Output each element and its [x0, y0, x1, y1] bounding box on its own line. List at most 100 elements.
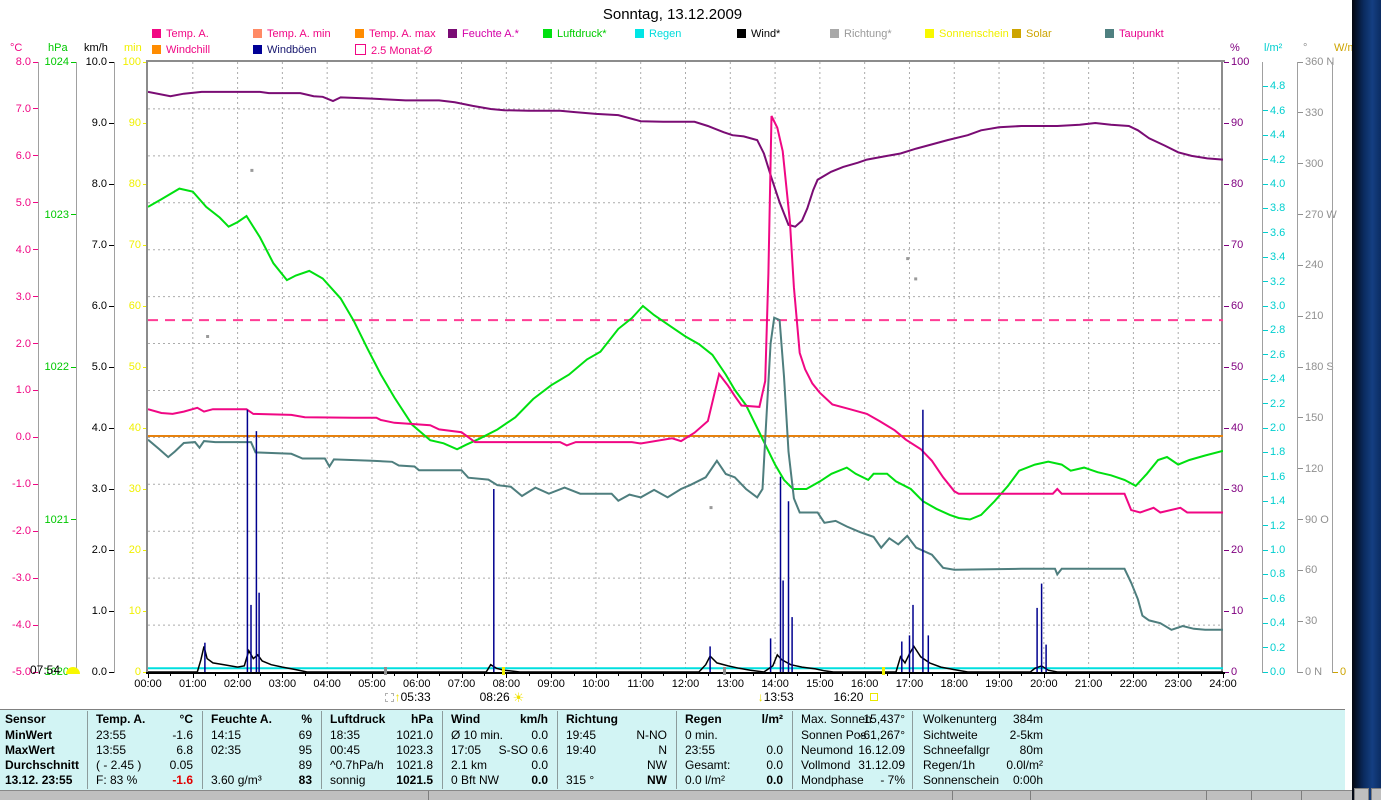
page-title: Sonntag, 13.12.2009 [602, 6, 743, 23]
axis-label-lm2: 1.6 [1270, 470, 1286, 483]
x-tick [551, 674, 553, 678]
axis-tick-lm2 [1263, 281, 1268, 283]
x-tick-minor [1021, 674, 1023, 676]
axis-label-deg: 120 [1305, 462, 1324, 475]
x-tick-label: 24:00 [1209, 678, 1237, 690]
axis-label-kmh: 10.0 [85, 56, 107, 68]
x-tick [954, 674, 956, 678]
x-tick-label: 05:00 [358, 678, 386, 690]
axis-label-deg: 180 S [1305, 361, 1334, 373]
statusbar-divider [1206, 791, 1207, 800]
table-cell-value: NW [647, 773, 667, 787]
axis-tick-degC [33, 483, 38, 485]
axis-label-lm2: 3.0 [1270, 300, 1286, 312]
legend-swatch-windb-en [253, 45, 262, 54]
axis-label-lm2: 4.4 [1270, 129, 1286, 142]
axis-tick-degC [33, 624, 38, 626]
x-tick-label: 07:00 [447, 678, 476, 690]
x-tick-minor [887, 674, 889, 676]
axis-label-pct: 0 [1231, 666, 1238, 678]
axis-label-lm2: 1.4 [1270, 495, 1286, 508]
axis-label-pct: 40 [1231, 422, 1244, 434]
legend-swatch-solar [1012, 29, 1021, 38]
sensor-summary-table: Sensor MinWert MaxWert Durchschnitt 13.12. 2… [0, 709, 1345, 791]
axis-label-degC: -4.0 [12, 619, 31, 632]
table-cell-value: 0.0 [531, 773, 548, 787]
legend-item-richtung: Richtung* [830, 28, 892, 40]
x-tick [237, 674, 239, 678]
legend-item-windchill: Windchill [152, 44, 210, 56]
table-row-label: MaxWert [5, 743, 55, 757]
x-tick [1178, 674, 1180, 678]
axis-tick-lm2 [1263, 305, 1268, 307]
x-tick-label: 20:00 [1030, 678, 1058, 690]
x-tick [999, 674, 1001, 678]
legend-item-regen: Regen [635, 28, 681, 40]
x-tick-minor [394, 674, 396, 676]
sun-outline-icon [866, 690, 879, 704]
x-tick-minor [797, 674, 799, 676]
axis-tick-lm2 [1263, 85, 1268, 87]
x-tick-minor [663, 674, 665, 676]
axis-tick-lm2 [1263, 378, 1268, 380]
legend-label: Windböen [267, 44, 317, 56]
axis-tick-wm2 [1333, 671, 1338, 673]
axis-tick-lm2 [1263, 598, 1268, 600]
axis-tick-deg [1298, 569, 1303, 571]
axis-tick-lm2 [1263, 110, 1268, 112]
legend-label: Sonnenschein [939, 28, 1009, 40]
table-cell-value: 95 [298, 743, 312, 757]
legend-swatch-2-5-monat [355, 44, 366, 55]
axis-tick-pct [1224, 488, 1229, 490]
axis-label-lm2: 2.2 [1270, 397, 1286, 410]
axis-unit-pct: % [1230, 42, 1240, 54]
x-tick-minor [439, 674, 441, 676]
legend-swatch-temp-a-min [253, 29, 262, 38]
legend-item-luftdruck: Luftdruck* [543, 28, 607, 40]
table-cell-value: 6.8 [176, 743, 193, 757]
event-axis-mark [723, 667, 727, 675]
axis-tick-lm2 [1263, 207, 1268, 209]
axis-label-kmh: 6.0 [91, 300, 107, 312]
axis-label-degC: -2.0 [12, 525, 31, 538]
axis-tick-pct [1224, 427, 1229, 429]
axis-tick-lm2 [1263, 525, 1268, 527]
direction-dot [914, 277, 918, 281]
x-tick [640, 674, 642, 678]
axis-label-min: 60 [128, 300, 141, 312]
axis-label-kmh: 7.0 [91, 239, 107, 251]
table-cell-value: 69 [298, 728, 312, 742]
table-cell-value: 0:00h [1012, 773, 1043, 787]
x-tick-label: 17:00 [895, 678, 924, 690]
legend-item-sonnenschein: Sonnenschein [925, 28, 1009, 40]
x-tick-label: 19:00 [985, 678, 1013, 690]
x-tick [148, 674, 149, 678]
axis-label-kmh: 8.0 [91, 178, 107, 190]
axis-unit-hPa: hPa [48, 42, 68, 54]
x-tick-minor [349, 674, 351, 676]
axis-tick-pct [1224, 305, 1229, 307]
x-tick-label: 21:00 [1074, 678, 1103, 690]
table-row-label: MinWert [5, 728, 53, 742]
axis-tick-degC [33, 249, 38, 251]
axis-tick-lm2 [1263, 549, 1268, 551]
x-tick-label: 22:00 [1119, 678, 1148, 690]
table-cell-value: - 7% [880, 773, 905, 787]
axis-tick-lm2 [1263, 573, 1268, 575]
table-cell-value: 1021.5 [396, 773, 433, 787]
legend-swatch-temp-a [152, 29, 161, 38]
axis-label-lm2: 1.2 [1270, 519, 1286, 532]
legend-swatch-sonnenschein [925, 29, 934, 38]
direction-dot [250, 168, 254, 172]
axis-label-kmh: 4.0 [91, 422, 107, 434]
axis-label-deg: 300 [1305, 157, 1324, 170]
table-cell-value: 1021.8 [396, 758, 433, 772]
axis-tick-pct [1224, 366, 1229, 368]
x-tick-minor [1111, 674, 1113, 676]
axis-label-min: 90 [128, 117, 141, 129]
axis-tick-deg [1298, 417, 1303, 419]
statusbar-divider [1030, 791, 1031, 800]
axis-label-lm2: 3.2 [1270, 275, 1286, 288]
axis-unit-deg: ° [1303, 42, 1308, 54]
legend-item-solar: Solar [1012, 28, 1052, 40]
